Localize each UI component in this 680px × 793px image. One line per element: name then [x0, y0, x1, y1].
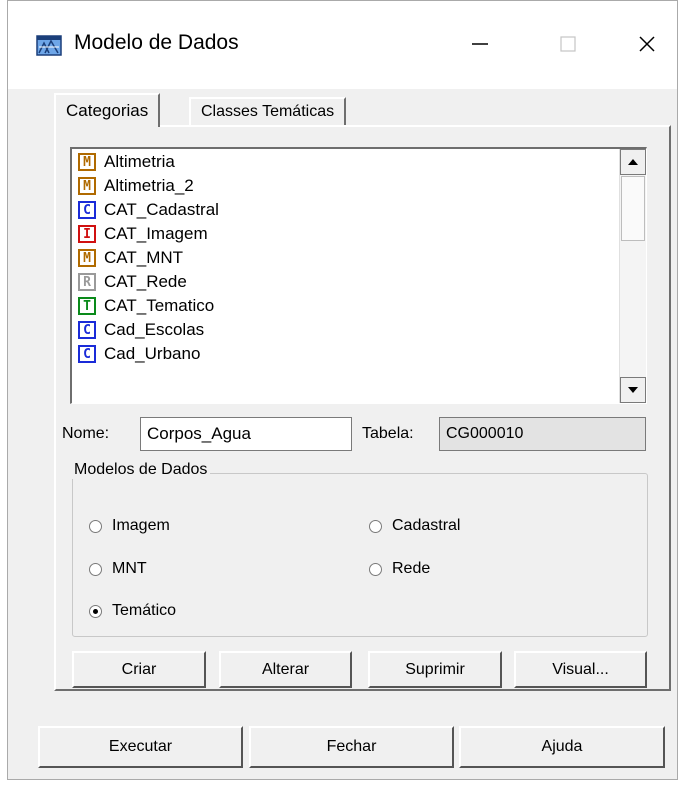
list-item[interactable]: T CAT_Tematico [78, 295, 214, 317]
list-item[interactable]: M CAT_MNT [78, 247, 183, 269]
tab-classes-tematicas[interactable]: Classes Temáticas [189, 97, 347, 125]
model-imagem-icon: I [78, 225, 96, 243]
maximize-icon [560, 36, 576, 52]
radio-label: Cadastral [392, 517, 461, 534]
list-item[interactable]: C Cad_Escolas [78, 319, 204, 341]
radio-label: Imagem [112, 517, 170, 534]
modelos-de-dados-group: Modelos de Dados Imagem Cadastral MNT Re… [71, 461, 648, 637]
tabela-label: Tabela: [362, 425, 414, 442]
list-item-label: CAT_MNT [104, 248, 184, 267]
list-item-label: CAT_Imagem [104, 224, 208, 243]
list-item-label: CAT_Cadastral [104, 200, 219, 219]
close-icon [639, 36, 655, 52]
minimize-button[interactable] [450, 19, 510, 69]
model-rede-icon: R [78, 273, 96, 291]
list-item[interactable]: C CAT_Cadastral [78, 199, 219, 221]
close-button[interactable] [617, 19, 677, 69]
arrow-down-icon [628, 387, 638, 393]
list-item[interactable]: M Altimetria_2 [78, 175, 194, 197]
model-mnt-icon: M [78, 177, 96, 195]
arrow-up-icon [628, 159, 638, 165]
nome-label: Nome: [62, 425, 110, 442]
group-title: Modelos de Dados [71, 461, 211, 479]
alterar-button[interactable]: Alterar [219, 651, 352, 688]
radio-button-icon [369, 519, 382, 533]
criar-button[interactable]: Criar [72, 651, 206, 688]
list-item-label: Cad_Escolas [104, 320, 205, 339]
radio-button-icon [369, 562, 382, 576]
suprimir-button[interactable]: Suprimir [368, 651, 502, 688]
modelo-de-dados-window: Modelo de Dados Categorias Classes Temát… [7, 0, 678, 780]
scroll-up-button[interactable] [620, 149, 646, 175]
list-item[interactable]: C Cad_Urbano [78, 343, 200, 365]
visual-button[interactable]: Visual... [514, 651, 647, 688]
list-item-label: CAT_Rede [104, 272, 187, 291]
radio-imagem[interactable]: Imagem [89, 517, 170, 535]
vertical-scrollbar[interactable] [619, 149, 646, 403]
executar-button[interactable]: Executar [38, 726, 243, 768]
radio-label: Temático [112, 602, 177, 619]
categories-listbox[interactable]: M Altimetria M Altimetria_2 C CAT_Cadast… [70, 147, 647, 404]
tabela-field: CG000010 [439, 417, 646, 451]
radio-button-icon [89, 562, 102, 576]
radio-label: MNT [112, 560, 147, 577]
radio-button-selected-icon [89, 604, 102, 618]
window-title: Modelo de Dados [74, 31, 239, 54]
app-icon [36, 35, 62, 56]
scroll-down-button[interactable] [620, 377, 646, 403]
list-item[interactable]: M Altimetria [78, 151, 175, 173]
radio-cadastral[interactable]: Cadastral [369, 517, 460, 535]
radio-label: Rede [392, 560, 431, 577]
radio-tematico[interactable]: Temático [89, 602, 176, 620]
tab-categorias[interactable]: Categorias [54, 93, 161, 127]
minimize-icon [472, 43, 488, 45]
radio-rede[interactable]: Rede [369, 560, 430, 578]
fechar-button[interactable]: Fechar [249, 726, 454, 768]
model-cadastral-icon: C [78, 345, 96, 363]
list-item-label: Altimetria_2 [104, 176, 194, 195]
list-item-label: Altimetria [104, 152, 175, 171]
maximize-button[interactable] [538, 19, 598, 69]
categorias-tab-panel: M Altimetria M Altimetria_2 C CAT_Cadast… [54, 125, 671, 691]
list-item[interactable]: I CAT_Imagem [78, 223, 208, 245]
model-mnt-icon: M [78, 153, 96, 171]
ajuda-button[interactable]: Ajuda [459, 726, 665, 768]
nome-input[interactable]: Corpos_Agua [140, 417, 352, 451]
radio-button-icon [89, 519, 102, 533]
title-bar[interactable]: Modelo de Dados [8, 1, 677, 89]
model-cadastral-icon: C [78, 321, 96, 339]
model-tematico-icon: T [78, 297, 96, 315]
model-mnt-icon: M [78, 249, 96, 267]
list-item-label: CAT_Tematico [104, 296, 215, 315]
model-cadastral-icon: C [78, 201, 96, 219]
list-item-label: Cad_Urbano [104, 344, 201, 363]
list-item[interactable]: R CAT_Rede [78, 271, 187, 293]
scroll-thumb[interactable] [621, 176, 645, 241]
radio-mnt[interactable]: MNT [89, 560, 147, 578]
